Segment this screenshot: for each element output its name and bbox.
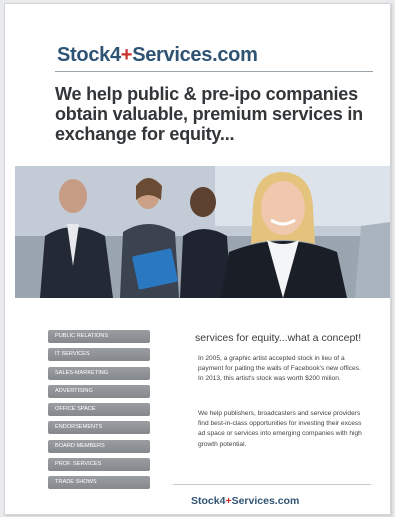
body-paragraph-1: In 2005, a graphic artist accepted stock…: [198, 355, 361, 383]
flyer-page: Stock4+Services.com We help public & pre…: [4, 3, 391, 515]
nav-item-it-services[interactable]: IT SERVICES: [48, 348, 150, 362]
section-subhead: services for equity...what a concept!: [195, 332, 362, 344]
nav-item-trade-shows[interactable]: TRADE SHOWS: [48, 476, 150, 490]
brand-logo-bottom[interactable]: Stock4+Services.com: [191, 495, 299, 507]
photo-illustration: [15, 166, 390, 298]
logo-plus-mark: +: [120, 44, 133, 66]
body-paragraph-2: We help publishers, broadcasters and ser…: [198, 410, 362, 448]
logo-text-part-b: Services.com: [132, 44, 258, 66]
business-team-photo: [15, 166, 390, 298]
logo-text-part-a: Stock4: [57, 44, 121, 66]
nav-item-sales-marketing[interactable]: SALES-MARKETING: [48, 366, 150, 380]
footer-divider: [173, 484, 371, 485]
nav-item-prof-services[interactable]: PROF. SERVICES: [48, 458, 150, 472]
nav-item-advertising[interactable]: ADVERTISING: [48, 384, 150, 398]
nav-item-office-space[interactable]: OFFICE SPACE: [48, 403, 150, 417]
man-left-head: [59, 179, 87, 213]
man-mid-head: [190, 187, 216, 217]
woman-front-face: [261, 181, 305, 235]
header-divider: [55, 71, 373, 72]
footer-logo-text-part-a: Stock4: [191, 495, 226, 507]
services-nav: PUBLIC RELATIONS IT SERVICES SALES-MARKE…: [48, 330, 150, 495]
footer-logo-text-part-b: Services.com: [231, 495, 300, 507]
brand-logo-top[interactable]: Stock4+Services.com: [57, 44, 258, 67]
nav-item-endorsements[interactable]: ENDORSEMENTS: [48, 421, 150, 435]
nav-item-board-members[interactable]: BOARD MEMBERS: [48, 439, 150, 453]
page-headline: We help public & pre-ipo companies obtai…: [55, 84, 363, 144]
nav-item-public-relations[interactable]: PUBLIC RELATIONS: [48, 330, 150, 343]
